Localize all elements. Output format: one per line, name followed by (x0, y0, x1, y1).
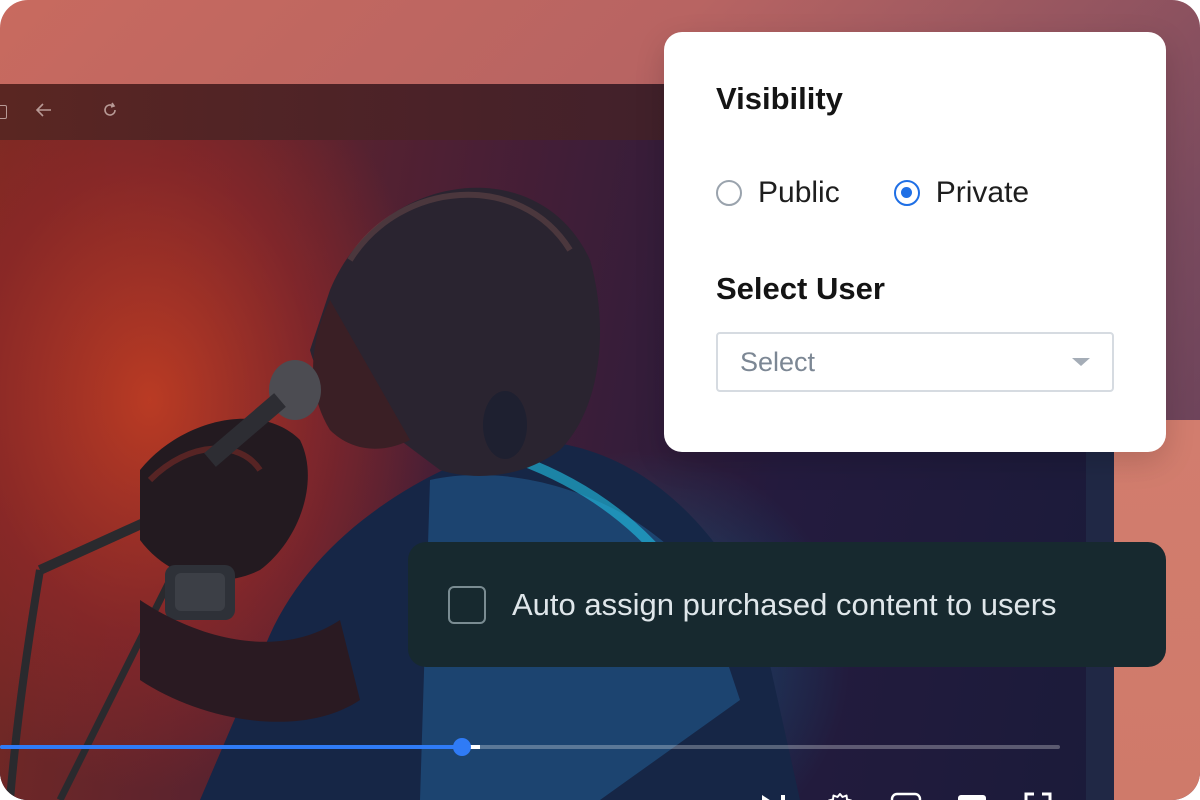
visibility-options: Public Private (716, 176, 1114, 210)
radio-public[interactable]: Public (716, 176, 840, 210)
chevron-down-icon (1072, 358, 1090, 366)
background-frame: Visibility Public Private Select User Se… (0, 0, 1200, 800)
player-controls (756, 788, 1056, 800)
auto-assign-panel: Auto assign purchased content to users (408, 542, 1166, 667)
visibility-title: Visibility (716, 81, 843, 116)
back-arrow-icon[interactable] (33, 102, 55, 122)
tab-icon[interactable] (0, 105, 7, 119)
auto-assign-label: Auto assign purchased content to users (512, 586, 1057, 622)
video-progress-bar[interactable] (0, 738, 1060, 756)
visibility-panel: Visibility Public Private Select User Se… (664, 32, 1166, 452)
auto-assign-checkbox[interactable] (448, 585, 486, 624)
radio-private-button[interactable] (893, 180, 920, 206)
fullscreen-icon[interactable] (1020, 788, 1056, 800)
select-user-dropdown[interactable]: Select (716, 332, 1114, 392)
select-placeholder: Select (740, 346, 816, 377)
select-user-label: Select User (716, 271, 885, 306)
radio-private-label: Private (935, 176, 1030, 209)
reload-icon[interactable] (99, 102, 121, 123)
subtitles-icon[interactable] (954, 788, 990, 800)
radio-public-label: Public (758, 176, 840, 209)
picture-in-picture-icon[interactable] (888, 788, 924, 800)
next-track-icon[interactable] (756, 788, 792, 800)
radio-public-button[interactable] (716, 180, 742, 206)
radio-private[interactable]: Private (893, 176, 1030, 210)
settings-gear-icon[interactable] (822, 788, 858, 800)
progress-fill (0, 745, 463, 749)
